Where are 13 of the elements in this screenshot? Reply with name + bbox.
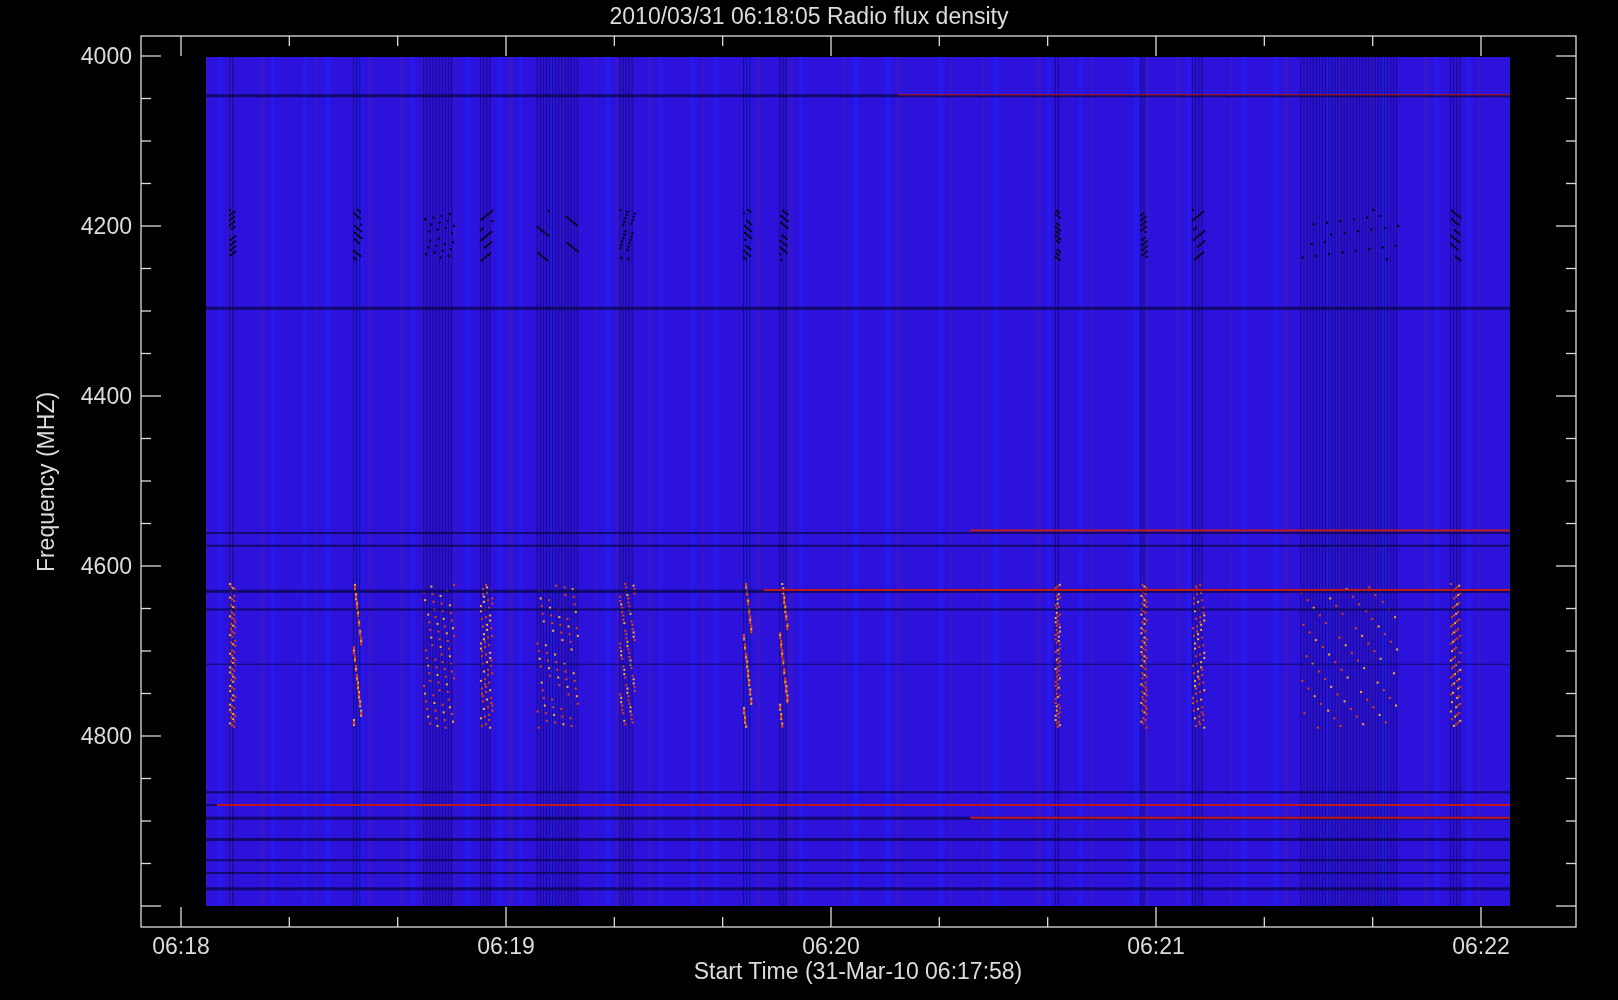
y-tick-label: 4400 xyxy=(80,383,132,409)
y-tick-label: 4200 xyxy=(80,213,132,239)
y-tick-label: 4000 xyxy=(80,43,132,69)
y-tick-label: 4800 xyxy=(80,723,132,749)
x-tick-label: 06:19 xyxy=(477,933,535,959)
y-tick-label: 4600 xyxy=(80,553,132,579)
y-axis-label: Frequency (MHZ) xyxy=(33,391,59,573)
x-tick-label: 06:20 xyxy=(802,933,860,959)
x-tick-label: 06:21 xyxy=(1127,933,1185,959)
x-tick-label: 06:22 xyxy=(1452,933,1510,959)
plot-title: 2010/03/31 06:18:05 Radio flux density xyxy=(609,3,1009,29)
x-tick-label: 06:18 xyxy=(152,933,210,959)
x-axis-label: Start Time (31-Mar-10 06:17:58) xyxy=(693,958,1023,984)
